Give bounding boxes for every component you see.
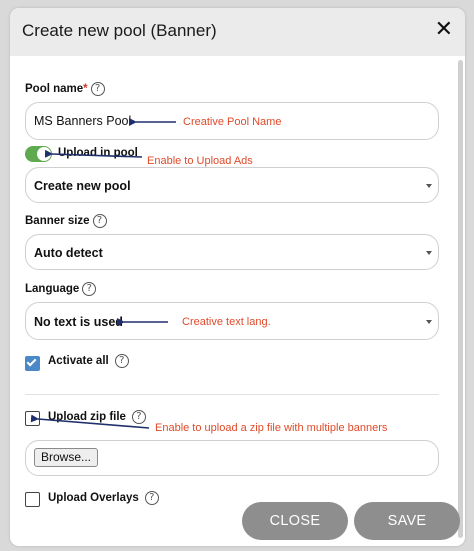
banner-size-label-text: Banner size [25,215,90,228]
dialog-header: Create new pool (Banner) ✕ [10,8,465,56]
help-icon[interactable]: ? [82,282,97,296]
help-icon[interactable]: ? [90,82,105,96]
help-icon[interactable]: ? [131,410,146,424]
toggle-knob [37,147,51,161]
activate-all-label: Activate all? [48,354,129,368]
language-label-text: Language [25,283,80,296]
pool-name-label: Pool name*? [25,82,105,96]
help-icon[interactable]: ? [92,214,107,228]
annotation-upload: Enable to Upload Ads [147,155,253,167]
upload-zip-label-text: Upload zip file [48,411,126,424]
pool-name-value: MS Banners Pool [34,114,132,128]
language-value: No text is used [34,315,123,329]
dialog-title: Create new pool (Banner) [22,21,217,40]
annotation-language: Creative text lang. [182,316,271,328]
chevron-down-icon [426,184,432,188]
pool-select[interactable]: Create new pool [25,167,439,203]
close-button[interactable]: CLOSE [242,502,348,540]
zip-file-input[interactable]: Browse... [25,440,439,476]
help-icon[interactable]: ? [114,354,129,368]
chevron-down-icon [426,320,432,324]
create-pool-dialog: Create new pool (Banner) ✕ Pool name*? M… [10,8,465,546]
pool-select-value: Create new pool [34,179,131,193]
close-icon[interactable]: ✕ [435,19,453,41]
upload-overlays-checkbox[interactable] [25,492,40,507]
activate-all-label-text: Activate all [48,355,109,368]
upload-zip-label: Upload zip file? [48,410,146,424]
activate-all-checkbox[interactable] [25,356,40,371]
banner-size-select[interactable]: Auto detect [25,234,439,270]
chevron-down-icon [426,251,432,255]
save-button[interactable]: SAVE [354,502,460,540]
annotation-pool-name: Creative Pool Name [183,116,282,128]
annotation-zip: Enable to upload a zip file with multipl… [155,422,388,434]
help-icon[interactable]: ? [144,491,159,505]
section-divider [25,394,439,395]
banner-size-label: Banner size? [25,214,107,228]
upload-in-pool-toggle[interactable] [25,146,52,162]
upload-overlays-label-text: Upload Overlays [48,492,139,505]
pool-name-label-text: Pool name [25,83,84,96]
required-mark: * [83,83,88,96]
upload-zip-checkbox[interactable] [25,411,40,426]
scrollbar[interactable] [458,60,463,538]
checkmark-icon [26,356,37,367]
language-label: Language? [25,282,97,296]
upload-overlays-label: Upload Overlays? [48,491,159,505]
upload-in-pool-label: Upload in pool [58,147,138,159]
browse-button[interactable]: Browse... [34,448,99,467]
banner-size-value: Auto detect [34,246,103,260]
